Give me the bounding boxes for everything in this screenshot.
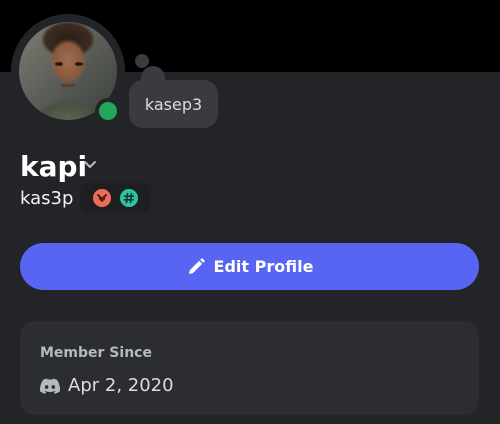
avatar-eye [75,62,83,66]
presence-indicator [95,98,121,124]
chevron-badge-icon[interactable] [93,189,111,207]
member-since-card: Member Since Apr 2, 2020 [20,321,479,415]
avatar-eye [55,62,63,66]
display-name: kapi [20,150,88,183]
username: kas3p [20,188,74,209]
member-since-row: Apr 2, 2020 [40,375,174,396]
member-since-date: Apr 2, 2020 [68,375,174,396]
badge-list [80,183,151,213]
discord-icon [40,378,60,394]
online-status-icon [99,102,117,120]
avatar-container[interactable] [11,14,125,128]
edit-profile-button[interactable]: Edit Profile [20,243,479,290]
pencil-icon [188,257,205,274]
chevron-down-icon[interactable] [82,159,98,171]
hashtag-badge-icon[interactable] [120,189,138,207]
avatar-mouth [61,84,75,87]
edit-profile-label: Edit Profile [213,257,314,276]
custom-status-bubble[interactable]: kasep3 [129,80,218,128]
custom-status-text: kasep3 [144,94,203,114]
member-since-title: Member Since [40,345,152,361]
